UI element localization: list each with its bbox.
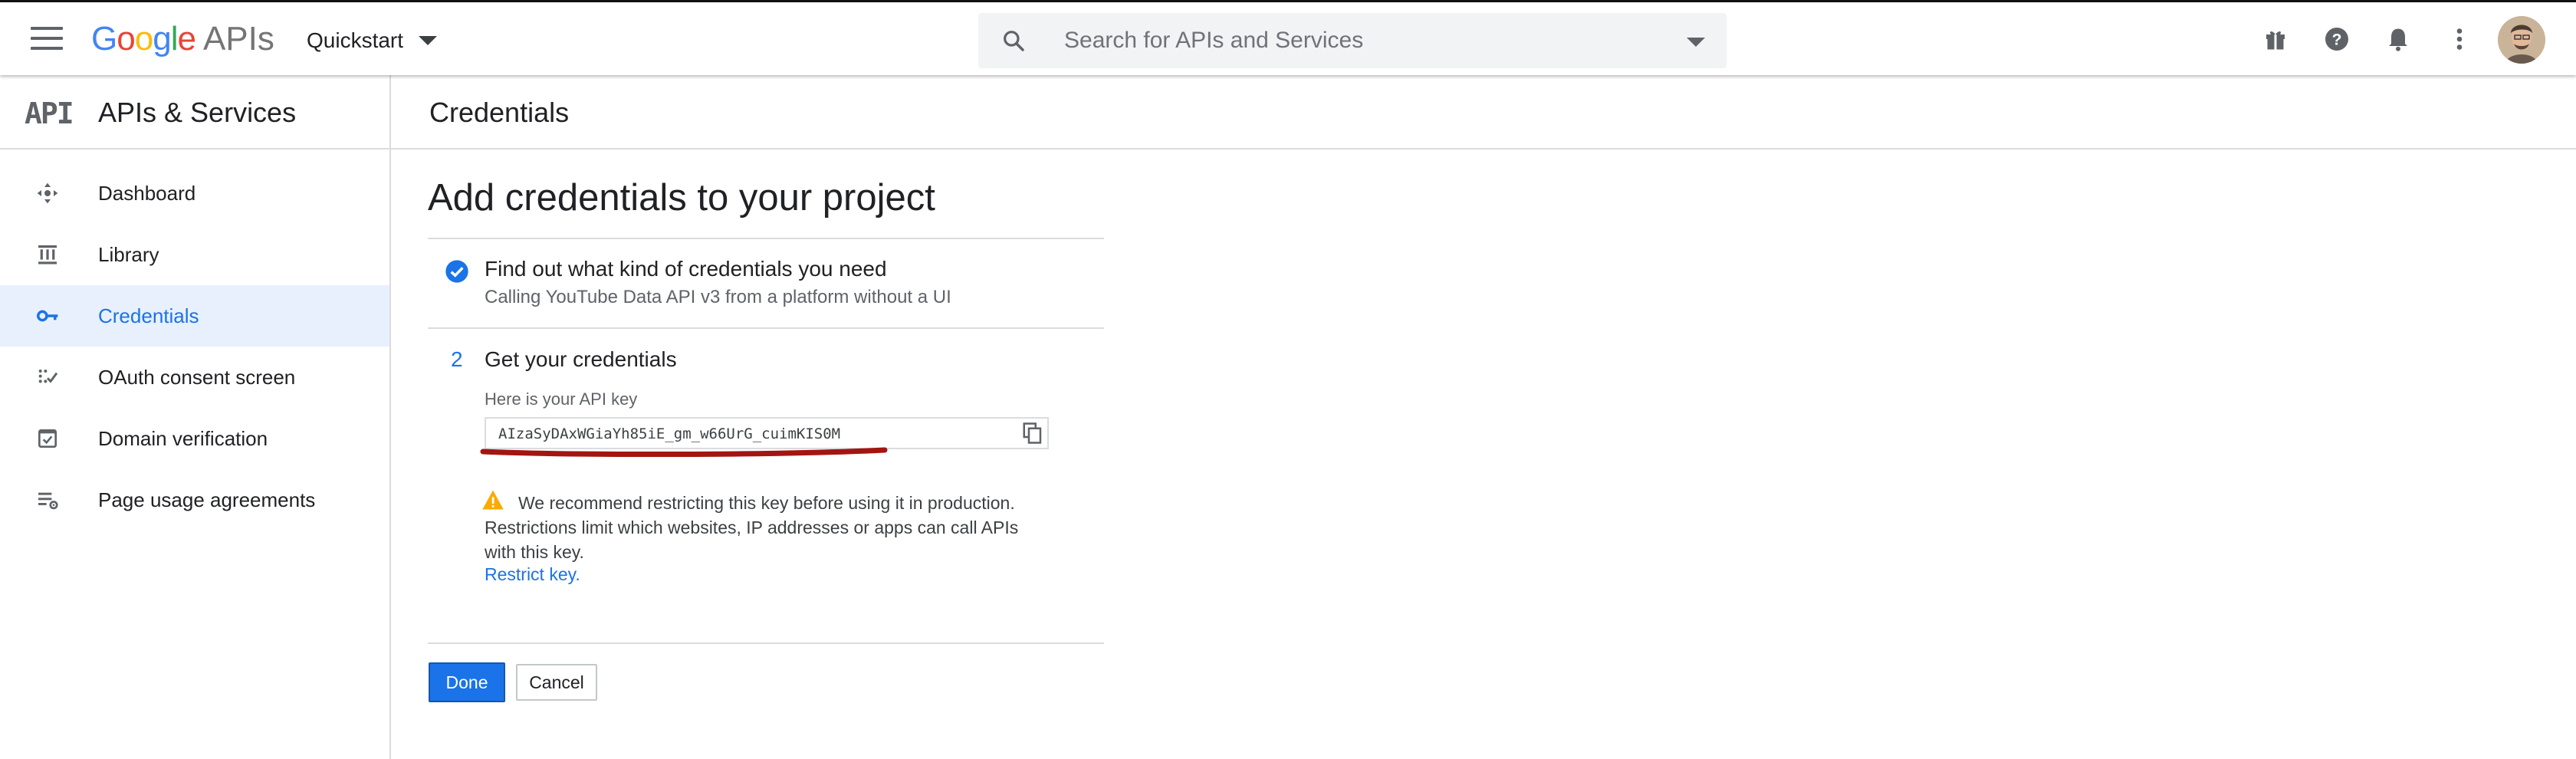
sidebar-item-label: Domain verification bbox=[98, 426, 268, 450]
warning-text: We recommend restricting this key before… bbox=[485, 493, 1019, 562]
more-vert-icon[interactable] bbox=[2446, 25, 2473, 53]
page-header: Credentials bbox=[391, 75, 2576, 150]
hamburger-menu-icon[interactable] bbox=[31, 27, 63, 51]
dashboard-icon bbox=[37, 182, 58, 204]
sidebar-item-label: OAuth consent screen bbox=[98, 365, 296, 389]
divider bbox=[428, 327, 1104, 329]
restrict-key-link[interactable]: Restrict key. bbox=[485, 564, 580, 585]
domain-verification-icon bbox=[38, 429, 57, 448]
library-icon bbox=[38, 245, 57, 264]
divider bbox=[428, 238, 1104, 239]
project-selector[interactable]: Quickstart bbox=[307, 28, 438, 53]
gift-icon[interactable] bbox=[2262, 25, 2289, 53]
search-input[interactable] bbox=[1063, 24, 1645, 58]
done-button[interactable]: Done bbox=[429, 662, 505, 702]
api-logo-icon: API bbox=[25, 97, 74, 130]
key-icon bbox=[37, 310, 58, 322]
sidebar-item-label: Library bbox=[98, 242, 159, 266]
sidebar-item-library[interactable]: Library bbox=[0, 224, 389, 285]
sidebar-item-domain-verification[interactable]: Domain verification bbox=[0, 408, 389, 469]
content-heading: Add credentials to your project bbox=[428, 177, 935, 219]
logo-suffix: APIs bbox=[202, 20, 274, 58]
cancel-button[interactable]: Cancel bbox=[516, 664, 597, 701]
chevron-down-icon bbox=[419, 36, 438, 45]
search-bar bbox=[978, 13, 1727, 68]
api-key-label: Here is your API key bbox=[485, 389, 638, 409]
step2-title: Get your credentials bbox=[485, 347, 677, 371]
sidebar-item-label: Credentials bbox=[98, 304, 199, 327]
top-app-bar: GoogleAPIs Quickstart ? bbox=[0, 0, 2576, 75]
sidebar-item-page-usage-agreements[interactable]: Page usage agreements bbox=[0, 469, 389, 531]
sidebar-item-label: Page usage agreements bbox=[98, 488, 316, 511]
sidebar-title: APIs & Services bbox=[98, 97, 297, 128]
sidebar-item-credentials[interactable]: Credentials bbox=[0, 285, 389, 347]
search-dropdown-icon[interactable] bbox=[1687, 38, 1705, 47]
sidebar-item-dashboard[interactable]: Dashboard bbox=[0, 163, 389, 224]
api-key-input[interactable] bbox=[497, 423, 987, 445]
sidebar-header: API APIs & Services bbox=[0, 75, 389, 150]
step1-title: Find out what kind of credentials you ne… bbox=[485, 257, 887, 281]
copy-icon[interactable] bbox=[1021, 422, 1044, 445]
page-title: Credentials bbox=[429, 97, 570, 128]
search-icon[interactable] bbox=[1001, 28, 1026, 53]
sidebar-item-label: Dashboard bbox=[98, 181, 196, 205]
check-circle-icon bbox=[445, 260, 468, 283]
oauth-consent-icon bbox=[38, 370, 58, 383]
user-avatar[interactable] bbox=[2498, 16, 2545, 64]
sidebar: API APIs & Services Dashboard Library Cr… bbox=[0, 75, 391, 759]
api-key-field bbox=[485, 417, 1049, 449]
step2-number: 2 bbox=[451, 347, 463, 371]
help-icon[interactable]: ? bbox=[2323, 25, 2351, 53]
project-name: Quickstart bbox=[307, 28, 404, 52]
sidebar-item-oauth-consent-screen[interactable]: OAuth consent screen bbox=[0, 347, 389, 408]
annotation-underline bbox=[480, 447, 888, 457]
page-usage-settings-icon bbox=[38, 492, 58, 510]
divider bbox=[428, 642, 1104, 644]
step1-subtitle: Calling YouTube Data API v3 from a platf… bbox=[485, 287, 951, 307]
notifications-bell-icon[interactable] bbox=[2384, 25, 2412, 53]
google-apis-logo[interactable]: Google APIs bbox=[91, 18, 274, 61]
svg-text:?: ? bbox=[2332, 31, 2342, 49]
